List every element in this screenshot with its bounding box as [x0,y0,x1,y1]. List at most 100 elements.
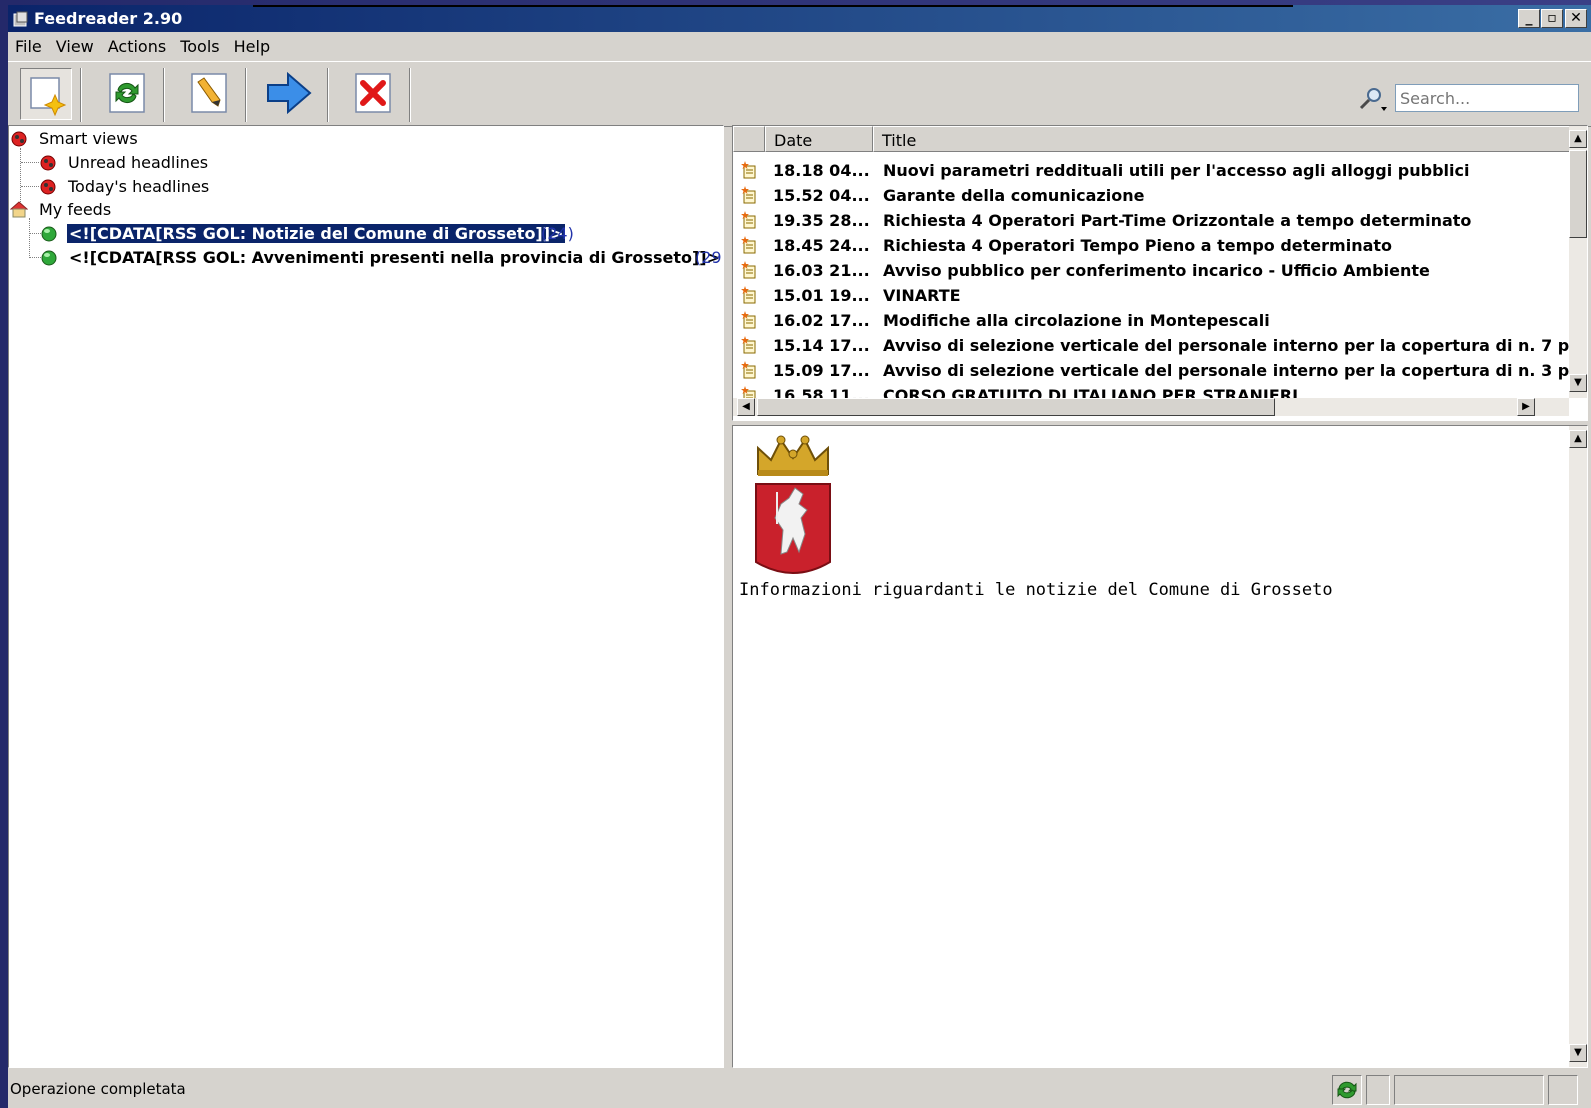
headline-row[interactable]: 15.14 17.... Avviso di selezione vertical… [733,333,1569,358]
headline-row[interactable]: 19.35 28.... Richiesta 4 Operatori Part-T… [733,208,1569,233]
title-decoration [253,5,1293,7]
scroll-up-button[interactable]: ▲ [1569,130,1587,148]
delete-icon [355,73,391,113]
preview-vertical-scrollbar[interactable]: ▲ ▼ [1569,426,1587,1067]
search-icon[interactable] [1357,86,1387,112]
next-button[interactable] [264,68,316,120]
headline-unread-icon [741,286,756,304]
preview-pane: Informazioni riguardanti le notizie del … [732,425,1588,1068]
menu-view[interactable]: View [49,34,101,59]
toolbar [8,61,1591,127]
feed-tree-pane: Smart views Unread headlines Today's hea… [8,125,724,1068]
toolbar-separator [80,68,82,122]
smart-view-icon [40,155,56,171]
headline-title: Richiesta 4 Operatori Part-Time Orizzont… [883,211,1472,230]
minimize-button[interactable]: _ [1518,9,1540,28]
headline-date: 18.18 04.... [773,161,871,180]
headline-title: Avviso pubblico per conferimento incaric… [883,261,1430,280]
smart-views-icon [11,131,27,147]
tree-item-label: <![CDATA[RSS GOL: Notizie del Comune di … [65,223,567,244]
menu-tools[interactable]: Tools [173,34,226,59]
headline-unread-icon [741,186,756,204]
list-horizontal-scrollbar[interactable]: ◀ ▶ [733,398,1569,416]
headline-title: Avviso di selezione verticale del person… [883,336,1569,355]
search-box [1359,84,1579,114]
headline-title: Nuovi parametri reddituali utili per l'a… [883,161,1470,180]
headline-date: 15.09 17.... [773,361,871,380]
headline-date: 19.35 28.... [773,211,871,230]
status-bar: Operazione completata [8,1071,1591,1108]
edit-button[interactable] [184,68,236,120]
scroll-down-button[interactable]: ▼ [1569,374,1587,392]
scroll-left-button[interactable]: ◀ [737,398,755,416]
scroll-thumb[interactable] [1569,150,1587,238]
refresh-button[interactable] [102,68,154,120]
header-icon-column[interactable] [733,126,765,152]
header-date[interactable]: Date [765,126,873,152]
tree-item-label: My feeds [39,200,112,219]
headline-row[interactable]: 15.09 17.... Avviso di selezione vertical… [733,358,1569,383]
delete-button[interactable] [348,68,400,120]
menu-file[interactable]: File [8,34,49,59]
headline-title: VINARTE [883,286,961,305]
close-window-button[interactable]: ✕ [1565,9,1587,28]
toolbar-separator [409,68,411,122]
headline-unread-icon [741,361,756,379]
scroll-thumb[interactable] [757,398,1275,416]
status-cell [1394,1075,1544,1105]
headline-row[interactable]: 15.01 19.... VINARTE [733,283,1569,308]
headline-unread-icon [741,311,756,329]
menu-help[interactable]: Help [227,34,277,59]
tree-line [21,162,39,163]
headline-list-pane: Date Title 18.18 04.... Nuovi parametri r… [732,125,1588,421]
headline-row[interactable]: 16.02 17.... Modifiche alla circolazione … [733,308,1569,333]
list-vertical-scrollbar[interactable]: ▲ ▼ [1569,126,1587,398]
smart-view-icon [40,179,56,195]
scroll-right-button[interactable]: ▶ [1517,398,1535,416]
scroll-down-button[interactable]: ▼ [1569,1044,1587,1062]
feed-description: Informazioni riguardanti le notizie del … [739,580,1333,600]
headline-unread-icon [741,211,756,229]
new-feed-button[interactable] [20,68,72,120]
window-title: Feedreader 2.90 [34,9,183,28]
headline-unread-icon [741,236,756,254]
headline-row[interactable]: 18.45 24.... Richiesta 4 Operatori Tempo … [733,233,1569,258]
tree-item-label: Smart views [39,129,138,148]
tree-item-label: Unread headlines [68,153,209,172]
tree-line [29,218,30,258]
headline-date: 16.02 17.... [773,311,871,330]
headline-unread-icon [741,161,756,179]
headline-row[interactable]: 16.03 21.... Avviso pubblico per conferim… [733,258,1569,283]
restore-button[interactable]: ▫ [1541,9,1563,28]
grosseto-coat-of-arms [755,435,831,574]
tree-line [20,148,21,208]
app-icon [13,11,28,27]
title-bar: Feedreader 2.90 _ ▫ ✕ [8,5,1591,32]
headline-title: Avviso di selezione verticale del person… [883,361,1569,380]
headline-title: Garante della comunicazione [883,186,1145,205]
headline-row[interactable]: 18.18 04.... Nuovi parametri reddituali u… [733,158,1569,183]
refresh-status-icon [1337,1081,1357,1099]
scroll-up-button[interactable]: ▲ [1569,430,1587,448]
headline-unread-icon [741,336,756,354]
menu-actions[interactable]: Actions [101,34,173,59]
pencil-icon [191,73,227,113]
toolbar-separator [327,68,329,122]
search-input[interactable] [1395,84,1579,112]
unread-count: (24) [541,224,574,243]
arrow-right-icon [267,71,312,115]
toolbar-separator [163,68,165,122]
headline-date: 15.52 04.... [773,186,871,205]
app-window: Feedreader 2.90 _ ▫ ✕ File View Actions Too… [8,5,1591,1108]
unread-count: (29) [695,248,723,267]
new-feed-icon [30,77,67,117]
headline-date: 15.14 17.... [773,336,871,355]
headline-row[interactable]: 15.52 04.... Garante della comunicazione [733,183,1569,208]
status-cell [1548,1075,1578,1105]
header-title[interactable]: Title [873,126,1571,152]
home-icon [10,201,28,218]
status-refresh-cell [1332,1075,1362,1105]
headline-title: Richiesta 4 Operatori Tempo Pieno a temp… [883,236,1393,255]
status-text: Operazione completata [10,1080,186,1098]
headline-date: 16.03 21.... [773,261,871,280]
